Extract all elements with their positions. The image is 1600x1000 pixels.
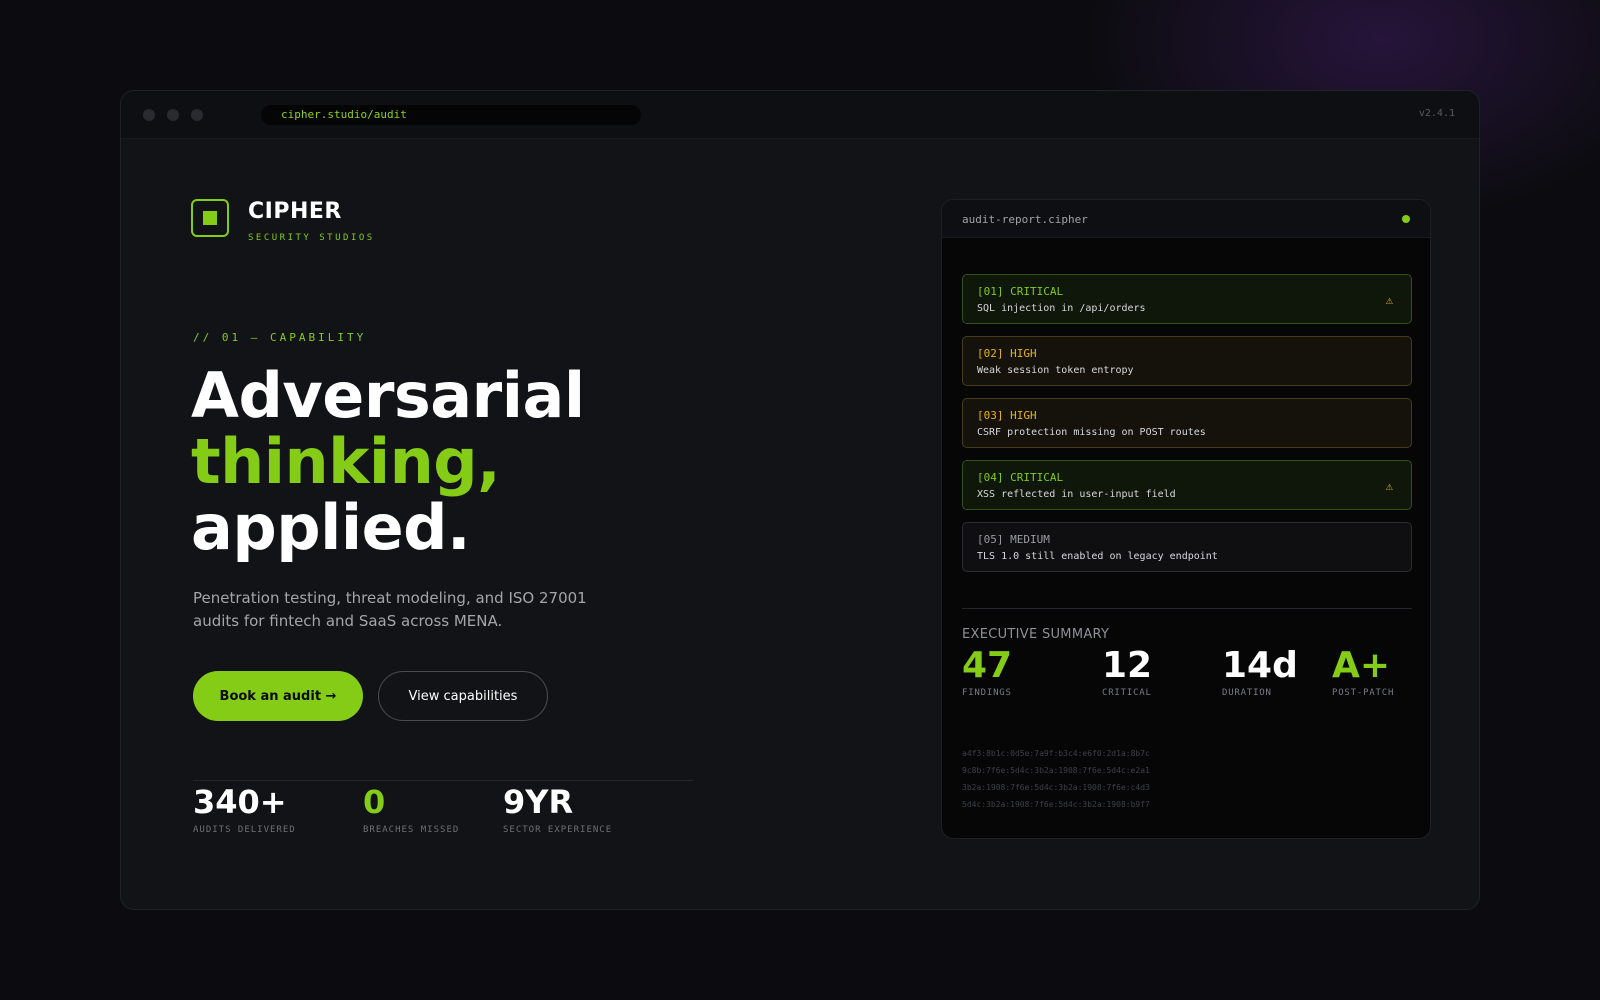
stat-value: 0 bbox=[363, 783, 386, 821]
panel-header: audit-report.cipher bbox=[942, 200, 1430, 238]
metric-duration: 14d DURATION bbox=[1222, 645, 1298, 699]
finding-item[interactable]: [03] HIGH CSRF protection missing on POS… bbox=[962, 398, 1412, 448]
finding-item[interactable]: [01] CRITICAL SQL injection in /api/orde… bbox=[962, 274, 1412, 324]
hash-line: 3b2a:1908:7f6e:5d4c:3b2a:1908:7f6e:c4d3 bbox=[962, 783, 1150, 792]
finding-description: XSS reflected in user-input field bbox=[977, 489, 1176, 500]
headline-line-3: applied. bbox=[191, 491, 471, 564]
hero-description: Penetration testing, threat modeling, an… bbox=[193, 589, 587, 630]
view-capabilities-button[interactable]: View capabilities bbox=[378, 671, 548, 721]
finding-severity: [01] CRITICAL bbox=[977, 285, 1064, 298]
hash-line: 5d4c:3b2a:1908:7f6e:5d4c:3b2a:1908:b9f7 bbox=[962, 800, 1150, 809]
browser-window: cipher.studio/audit v2.4.1 CIPHER SECURI… bbox=[120, 90, 1480, 910]
stat-breaches: 0 BREACHES MISSED bbox=[363, 783, 459, 835]
finding-item[interactable]: [04] CRITICAL XSS reflected in user-inpu… bbox=[962, 460, 1412, 510]
brand-name[interactable]: CIPHER bbox=[248, 199, 342, 224]
hash-list: a4f3:8b1c:0d5e:7a9f:b3c4:e6f0:2d1a:8b7c … bbox=[962, 745, 1150, 813]
metric-label: POST-PATCH bbox=[1332, 688, 1395, 698]
finding-description: Weak session token entropy bbox=[977, 365, 1134, 376]
metric-critical: 12 CRITICAL bbox=[1102, 645, 1153, 699]
finding-item[interactable]: [05] MEDIUM TLS 1.0 still enabled on leg… bbox=[962, 522, 1412, 572]
stats-divider bbox=[193, 780, 693, 781]
brand-tagline: SECURITY STUDIOS bbox=[248, 233, 375, 243]
book-audit-button[interactable]: Book an audit → bbox=[193, 671, 363, 721]
stat-value: 340+ bbox=[193, 783, 287, 821]
finding-severity: [03] HIGH bbox=[977, 409, 1037, 422]
finding-severity: [05] MEDIUM bbox=[977, 533, 1050, 546]
hash-line: 9c8b:7f6e:5d4c:3b2a:1908:7f6e:5d4c:e2a1 bbox=[962, 766, 1150, 775]
metric-findings: 47 FINDINGS bbox=[962, 645, 1013, 699]
finding-severity: [04] CRITICAL bbox=[977, 471, 1064, 484]
metric-value: 14d bbox=[1222, 645, 1298, 686]
finding-description: TLS 1.0 still enabled on legacy endpoint bbox=[977, 551, 1218, 562]
stat-experience: 9YR SECTOR EXPERIENCE bbox=[503, 783, 612, 835]
warning-icon: ⚠ bbox=[1385, 479, 1393, 493]
version-label: v2.4.1 bbox=[1418, 108, 1455, 119]
hero-headline: Adversarial thinking, applied. bbox=[191, 363, 585, 561]
stat-audits: 340+ AUDITS DELIVERED bbox=[193, 783, 296, 835]
window-maximize-button[interactable] bbox=[191, 109, 203, 121]
headline-line-2: thinking, bbox=[191, 425, 501, 498]
metric-post-patch: A+ POST-PATCH bbox=[1332, 645, 1395, 699]
section-eyebrow: // 01 — CAPABILITY bbox=[193, 331, 367, 344]
finding-item[interactable]: [02] HIGH Weak session token entropy bbox=[962, 336, 1412, 386]
hash-line: a4f3:8b1c:0d5e:7a9f:b3c4:e6f0:2d1a:8b7c bbox=[962, 749, 1150, 758]
browser-titlebar: cipher.studio/audit v2.4.1 bbox=[121, 91, 1479, 139]
stat-label: BREACHES MISSED bbox=[363, 825, 460, 835]
stat-value: 9YR bbox=[503, 783, 574, 821]
window-minimize-button[interactable] bbox=[167, 109, 179, 121]
status-indicator-icon bbox=[1402, 215, 1410, 223]
finding-severity: [02] HIGH bbox=[977, 347, 1037, 360]
finding-description: SQL injection in /api/orders bbox=[977, 303, 1146, 314]
audit-report-panel: audit-report.cipher [01] CRITICAL SQL in… bbox=[941, 199, 1431, 839]
warning-icon: ⚠ bbox=[1385, 293, 1393, 307]
address-bar[interactable]: cipher.studio/audit bbox=[261, 105, 641, 125]
summary-heading: EXECUTIVE SUMMARY bbox=[962, 627, 1110, 642]
window-close-button[interactable] bbox=[143, 109, 155, 121]
metric-value: A+ bbox=[1332, 645, 1391, 686]
metric-label: FINDINGS bbox=[962, 688, 1012, 698]
finding-description: CSRF protection missing on POST routes bbox=[977, 427, 1206, 438]
headline-line-1: Adversarial bbox=[191, 359, 585, 432]
panel-filename: audit-report.cipher bbox=[962, 213, 1088, 226]
metric-label: DURATION bbox=[1222, 688, 1272, 698]
metric-label: CRITICAL bbox=[1102, 688, 1152, 698]
brand-logo-icon[interactable] bbox=[191, 199, 229, 237]
stat-label: AUDITS DELIVERED bbox=[193, 825, 296, 835]
metric-value: 12 bbox=[1102, 645, 1153, 686]
metric-value: 47 bbox=[962, 645, 1013, 686]
summary-divider bbox=[962, 608, 1412, 609]
brand-logo-square bbox=[203, 211, 217, 225]
stat-label: SECTOR EXPERIENCE bbox=[503, 825, 613, 835]
